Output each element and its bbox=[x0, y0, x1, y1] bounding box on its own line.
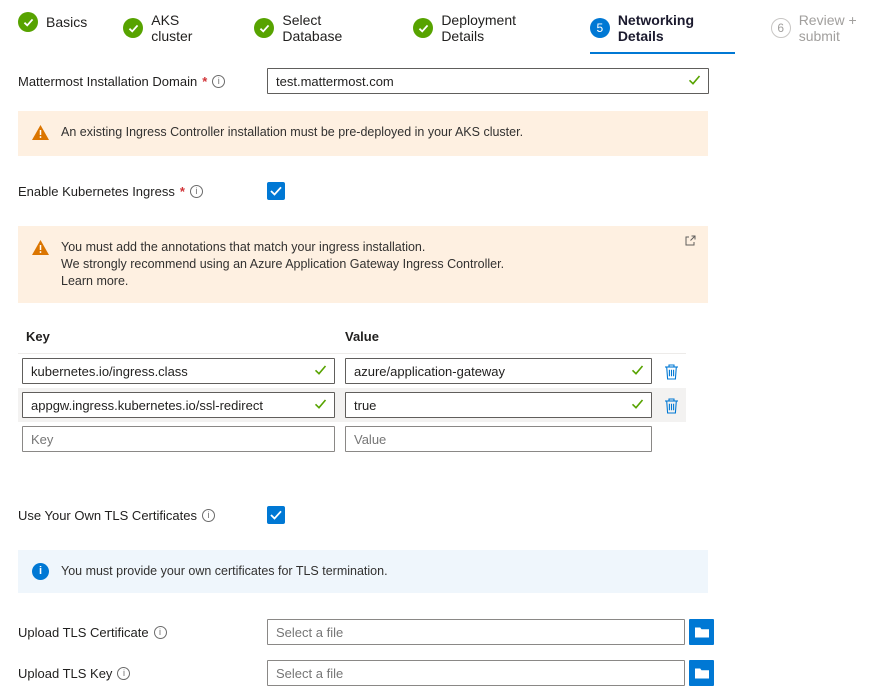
key-input-wrap bbox=[22, 358, 335, 384]
upload-cert-row: Upload TLS Certificate i bbox=[0, 619, 894, 645]
tab-label: Review + submit bbox=[799, 12, 894, 44]
wizard-steps: Basics AKS cluster Select Database Deplo… bbox=[0, 0, 894, 54]
required-marker: * bbox=[202, 74, 207, 89]
warning-icon bbox=[32, 240, 49, 258]
annotation-value-input[interactable] bbox=[345, 392, 652, 418]
check-icon bbox=[413, 18, 433, 38]
value-input-wrap bbox=[345, 392, 652, 418]
domain-label: Mattermost Installation Domain * i bbox=[18, 74, 267, 89]
checkmark-icon bbox=[270, 186, 282, 196]
label-text: Use Your Own TLS Certificates bbox=[18, 508, 197, 523]
label-text: Enable Kubernetes Ingress bbox=[18, 184, 175, 199]
check-icon bbox=[254, 18, 274, 38]
annotations-table: Key Value bbox=[18, 329, 686, 456]
annotation-value-input[interactable] bbox=[345, 426, 652, 452]
value-input-wrap bbox=[345, 426, 652, 452]
warning-line: You must add the annotations that match … bbox=[61, 239, 504, 256]
annotation-row-empty bbox=[18, 422, 686, 456]
annotation-key-input[interactable] bbox=[22, 426, 335, 452]
tab-label: Networking Details bbox=[618, 12, 735, 44]
label-text: Upload TLS Certificate bbox=[18, 625, 149, 640]
upload-key-file-picker bbox=[267, 660, 714, 686]
annotation-key-input[interactable] bbox=[22, 358, 335, 384]
annotation-row bbox=[18, 388, 686, 422]
value-input-wrap bbox=[345, 358, 652, 384]
trash-icon bbox=[664, 397, 679, 414]
upload-key-label: Upload TLS Key i bbox=[18, 666, 267, 681]
check-icon bbox=[123, 18, 143, 38]
folder-icon bbox=[695, 627, 709, 638]
upload-key-input[interactable] bbox=[267, 660, 685, 686]
browse-button[interactable] bbox=[689, 660, 714, 686]
check-icon bbox=[18, 12, 38, 32]
delete-row-button[interactable] bbox=[664, 397, 679, 414]
info-icon[interactable]: i bbox=[212, 75, 225, 88]
required-marker: * bbox=[180, 184, 185, 199]
warning-icon bbox=[32, 125, 49, 143]
upload-cert-file-picker bbox=[267, 619, 714, 645]
label-text: Mattermost Installation Domain bbox=[18, 74, 197, 89]
networking-details-form: Mattermost Installation Domain * i An ex… bbox=[0, 68, 894, 686]
annotation-key-input[interactable] bbox=[22, 392, 335, 418]
tab-deployment-details[interactable]: Deployment Details bbox=[413, 12, 554, 52]
annotations-header: Key Value bbox=[18, 329, 686, 354]
upload-cert-input[interactable] bbox=[267, 619, 685, 645]
enable-ingress-label: Enable Kubernetes Ingress * i bbox=[18, 184, 267, 199]
domain-input-wrap bbox=[267, 68, 709, 94]
info-icon[interactable]: i bbox=[154, 626, 167, 639]
annotation-value-input[interactable] bbox=[345, 358, 652, 384]
learn-more-link[interactable]: Learn more. bbox=[61, 273, 504, 290]
key-input-wrap bbox=[22, 426, 335, 452]
warning-text-block: You must add the annotations that match … bbox=[61, 239, 504, 290]
own-tls-row: Use Your Own TLS Certificates i bbox=[0, 506, 894, 524]
label-text: Upload TLS Key bbox=[18, 666, 112, 681]
tab-aks-cluster[interactable]: AKS cluster bbox=[123, 12, 218, 52]
info-banner-icon: i bbox=[32, 563, 49, 580]
external-link-icon[interactable] bbox=[685, 234, 696, 249]
tab-label: AKS cluster bbox=[151, 12, 218, 44]
step-number: 6 bbox=[771, 18, 791, 38]
tab-label: Basics bbox=[46, 14, 87, 30]
own-tls-label: Use Your Own TLS Certificates i bbox=[18, 508, 267, 523]
own-tls-checkbox[interactable] bbox=[267, 506, 285, 524]
enable-ingress-row: Enable Kubernetes Ingress * i bbox=[0, 182, 894, 200]
valid-check-icon bbox=[631, 364, 644, 379]
upload-cert-label: Upload TLS Certificate i bbox=[18, 625, 267, 640]
enable-ingress-checkbox[interactable] bbox=[267, 182, 285, 200]
upload-key-row: Upload TLS Key i bbox=[0, 660, 894, 686]
value-column-header: Value bbox=[345, 329, 379, 344]
domain-input[interactable] bbox=[267, 68, 709, 94]
valid-check-icon bbox=[688, 74, 701, 89]
key-column-header: Key bbox=[26, 329, 345, 344]
folder-icon bbox=[695, 668, 709, 679]
tab-networking-details[interactable]: 5 Networking Details bbox=[590, 12, 735, 54]
domain-row: Mattermost Installation Domain * i bbox=[0, 68, 894, 94]
info-icon[interactable]: i bbox=[190, 185, 203, 198]
annotations-warning-banner: You must add the annotations that match … bbox=[18, 226, 708, 303]
info-text: You must provide your own certificates f… bbox=[61, 563, 388, 580]
tab-basics[interactable]: Basics bbox=[18, 12, 87, 40]
warning-text: An existing Ingress Controller installat… bbox=[61, 124, 523, 141]
step-number: 5 bbox=[590, 18, 610, 38]
warning-line: We strongly recommend using an Azure App… bbox=[61, 256, 504, 273]
ingress-warning-banner: An existing Ingress Controller installat… bbox=[18, 111, 708, 156]
tab-select-database[interactable]: Select Database bbox=[254, 12, 377, 52]
valid-check-icon bbox=[314, 398, 327, 413]
valid-check-icon bbox=[631, 398, 644, 413]
valid-check-icon bbox=[314, 364, 327, 379]
trash-icon bbox=[664, 363, 679, 380]
tls-info-banner: i You must provide your own certificates… bbox=[18, 550, 708, 593]
browse-button[interactable] bbox=[689, 619, 714, 645]
annotation-row bbox=[18, 354, 686, 388]
tab-label: Deployment Details bbox=[441, 12, 554, 44]
tab-label: Select Database bbox=[282, 12, 377, 44]
checkmark-icon bbox=[270, 510, 282, 520]
delete-row-button[interactable] bbox=[664, 363, 679, 380]
info-icon[interactable]: i bbox=[202, 509, 215, 522]
tab-review-submit[interactable]: 6 Review + submit bbox=[771, 12, 894, 52]
info-icon[interactable]: i bbox=[117, 667, 130, 680]
key-input-wrap bbox=[22, 392, 335, 418]
